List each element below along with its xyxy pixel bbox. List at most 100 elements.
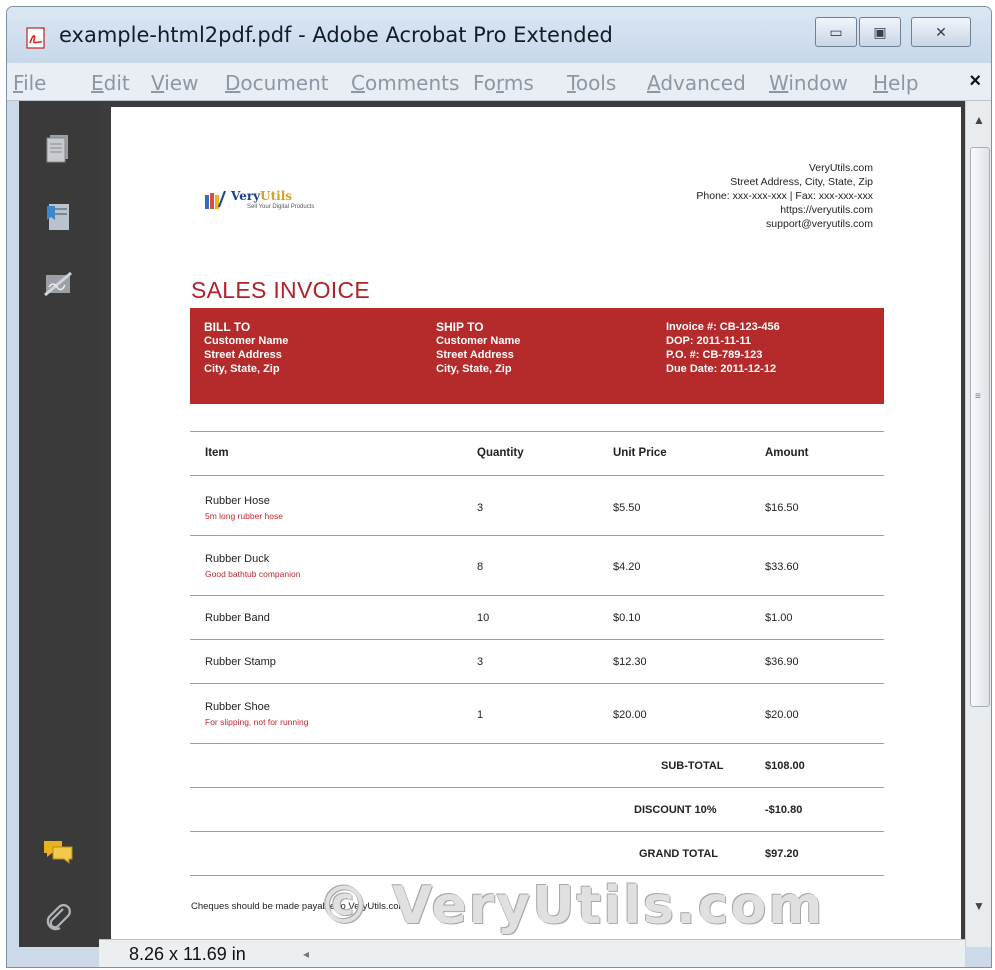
menu-tools[interactable]: Tools xyxy=(567,71,616,95)
row-unit-price: $5.50 xyxy=(613,502,641,514)
menu-file[interactable]: File xyxy=(13,71,46,95)
invoice-number: Invoice #: CB-123-456 xyxy=(666,321,780,333)
maximize-button[interactable]: ▣ xyxy=(859,17,901,47)
window-title: example-html2pdf.pdf - Adobe Acrobat Pro… xyxy=(59,23,613,47)
table-rule xyxy=(190,787,884,788)
row-item: Rubber Band xyxy=(205,612,270,624)
row-unit-price: $20.00 xyxy=(613,709,647,721)
bill-to-block: BILL TO Customer Name Street Address Cit… xyxy=(204,320,289,375)
invoice-meta-block: Invoice #: CB-123-456 DOP: 2011-11-11 P.… xyxy=(666,320,780,376)
invoice-due-date: Due Date: 2011-12-12 xyxy=(666,363,777,375)
table-rule xyxy=(190,831,884,832)
scroll-up-icon[interactable]: ▲ xyxy=(973,113,985,127)
scroll-thumb[interactable] xyxy=(970,147,990,707)
menu-advanced[interactable]: Advanced xyxy=(647,71,746,95)
payment-note: Cheques should be made payable to VeryUt… xyxy=(191,901,407,912)
title-bar[interactable]: example-html2pdf.pdf - Adobe Acrobat Pro… xyxy=(7,7,991,63)
ship-to-block: SHIP TO Customer Name Street Address Cit… xyxy=(436,320,521,375)
invoice-dop: DOP: 2011-11-11 xyxy=(666,335,752,347)
table-rule xyxy=(190,683,884,684)
invoice-title: SALES INVOICE xyxy=(191,277,371,303)
row-amount: $16.50 xyxy=(765,502,799,514)
pdf-page: VeryUtils Sell Your Digital Products Ver… xyxy=(111,107,961,947)
acrobat-window: example-html2pdf.pdf - Adobe Acrobat Pro… xyxy=(6,6,992,968)
row-item: Rubber Hose xyxy=(205,495,270,507)
bookmarks-icon[interactable] xyxy=(41,199,75,233)
vertical-scrollbar[interactable]: ▲ ≡ ▼ xyxy=(965,101,991,947)
pages-icon[interactable] xyxy=(41,131,75,165)
subtotal-value: $108.00 xyxy=(765,760,805,772)
column-header-item: Item xyxy=(205,447,229,459)
discount-value: -$10.80 xyxy=(765,804,803,816)
company-email[interactable]: support@veryutils.com xyxy=(696,217,873,231)
table-rule xyxy=(190,595,884,596)
company-logo: VeryUtils Sell Your Digital Products xyxy=(203,189,363,219)
table-rule xyxy=(190,431,884,432)
company-url[interactable]: https://veryutils.com xyxy=(696,203,873,217)
company-address-block: VeryUtils.com Street Address, City, Stat… xyxy=(696,161,873,231)
menu-edit[interactable]: Edit xyxy=(91,71,130,95)
company-address: Street Address, City, State, Zip xyxy=(730,176,873,188)
row-item: Rubber Duck xyxy=(205,553,270,565)
column-header-amount: Amount xyxy=(765,447,809,459)
close-document-button[interactable]: × xyxy=(969,70,981,93)
grand-total-label: GRAND TOTAL xyxy=(639,848,719,860)
row-item: Rubber Stamp xyxy=(205,656,276,668)
row-description: Good bathtub companion xyxy=(205,569,301,579)
menu-window[interactable]: Window xyxy=(769,71,848,95)
signatures-icon[interactable] xyxy=(41,267,75,301)
table-rule xyxy=(190,875,884,876)
status-bar: 8.26 x 11.69 in ◂ xyxy=(99,939,965,967)
attachments-icon[interactable] xyxy=(41,901,75,935)
table-rule xyxy=(190,535,884,536)
row-amount: $36.90 xyxy=(765,656,799,668)
company-phone: Phone: xxx-xxx-xxx | Fax: xxx-xxx-xxx xyxy=(696,190,873,202)
company-name: VeryUtils.com xyxy=(808,162,873,174)
scroll-down-icon[interactable]: ▼ xyxy=(973,899,985,913)
billing-band: BILL TO Customer Name Street Address Cit… xyxy=(190,308,884,404)
maximize-icon: ▣ xyxy=(873,24,887,40)
scroll-grip-icon: ≡ xyxy=(975,391,981,402)
row-quantity: 1 xyxy=(477,709,484,721)
row-amount: $33.60 xyxy=(765,561,799,573)
navigation-pane xyxy=(19,101,99,947)
scroll-left-icon[interactable]: ◂ xyxy=(303,947,309,961)
row-unit-price: $4.20 xyxy=(613,561,641,573)
menu-help[interactable]: Help xyxy=(873,71,919,95)
logo-text: VeryUtils xyxy=(231,189,293,203)
menu-document[interactable]: Document xyxy=(225,71,329,95)
logo-tagline: Sell Your Digital Products xyxy=(247,204,315,210)
page-size-readout: 8.26 x 11.69 in xyxy=(129,944,246,964)
invoice-po: P.O. #: CB-789-123 xyxy=(666,349,763,361)
row-quantity: 8 xyxy=(477,561,484,573)
logo-mark-icon xyxy=(205,190,226,209)
comments-icon[interactable] xyxy=(41,835,75,869)
close-icon: ✕ xyxy=(935,24,947,40)
discount-label: DISCOUNT 10% xyxy=(634,804,717,816)
row-amount: $1.00 xyxy=(765,612,793,624)
row-description: For slipping, not for running xyxy=(205,717,309,727)
subtotal-label: SUB-TOTAL xyxy=(661,760,724,772)
row-unit-price: $0.10 xyxy=(613,612,641,624)
row-quantity: 10 xyxy=(477,612,490,624)
close-button[interactable]: ✕ xyxy=(911,17,971,47)
menu-comments[interactable]: Comments xyxy=(351,71,459,95)
menu-bar: File Edit View Document Comments Forms T… xyxy=(7,63,991,101)
table-rule xyxy=(190,743,884,744)
table-rule xyxy=(190,475,884,476)
pdf-file-icon xyxy=(26,27,45,49)
menu-view[interactable]: View xyxy=(151,71,198,95)
row-quantity: 3 xyxy=(477,656,484,668)
table-rule xyxy=(190,639,884,640)
row-item: Rubber Shoe xyxy=(205,701,270,713)
column-header-unit-price: Unit Price xyxy=(613,447,667,459)
minimize-icon: ▭ xyxy=(829,24,843,40)
column-header-quantity: Quantity xyxy=(477,447,524,459)
grand-total-value: $97.20 xyxy=(765,848,799,860)
minimize-button[interactable]: ▭ xyxy=(815,17,857,47)
row-amount: $20.00 xyxy=(765,709,799,721)
row-unit-price: $12.30 xyxy=(613,656,647,668)
menu-forms[interactable]: Forms xyxy=(473,71,534,95)
document-area: VeryUtils Sell Your Digital Products Ver… xyxy=(99,101,965,947)
row-description: 5m long rubber hose xyxy=(205,511,283,521)
